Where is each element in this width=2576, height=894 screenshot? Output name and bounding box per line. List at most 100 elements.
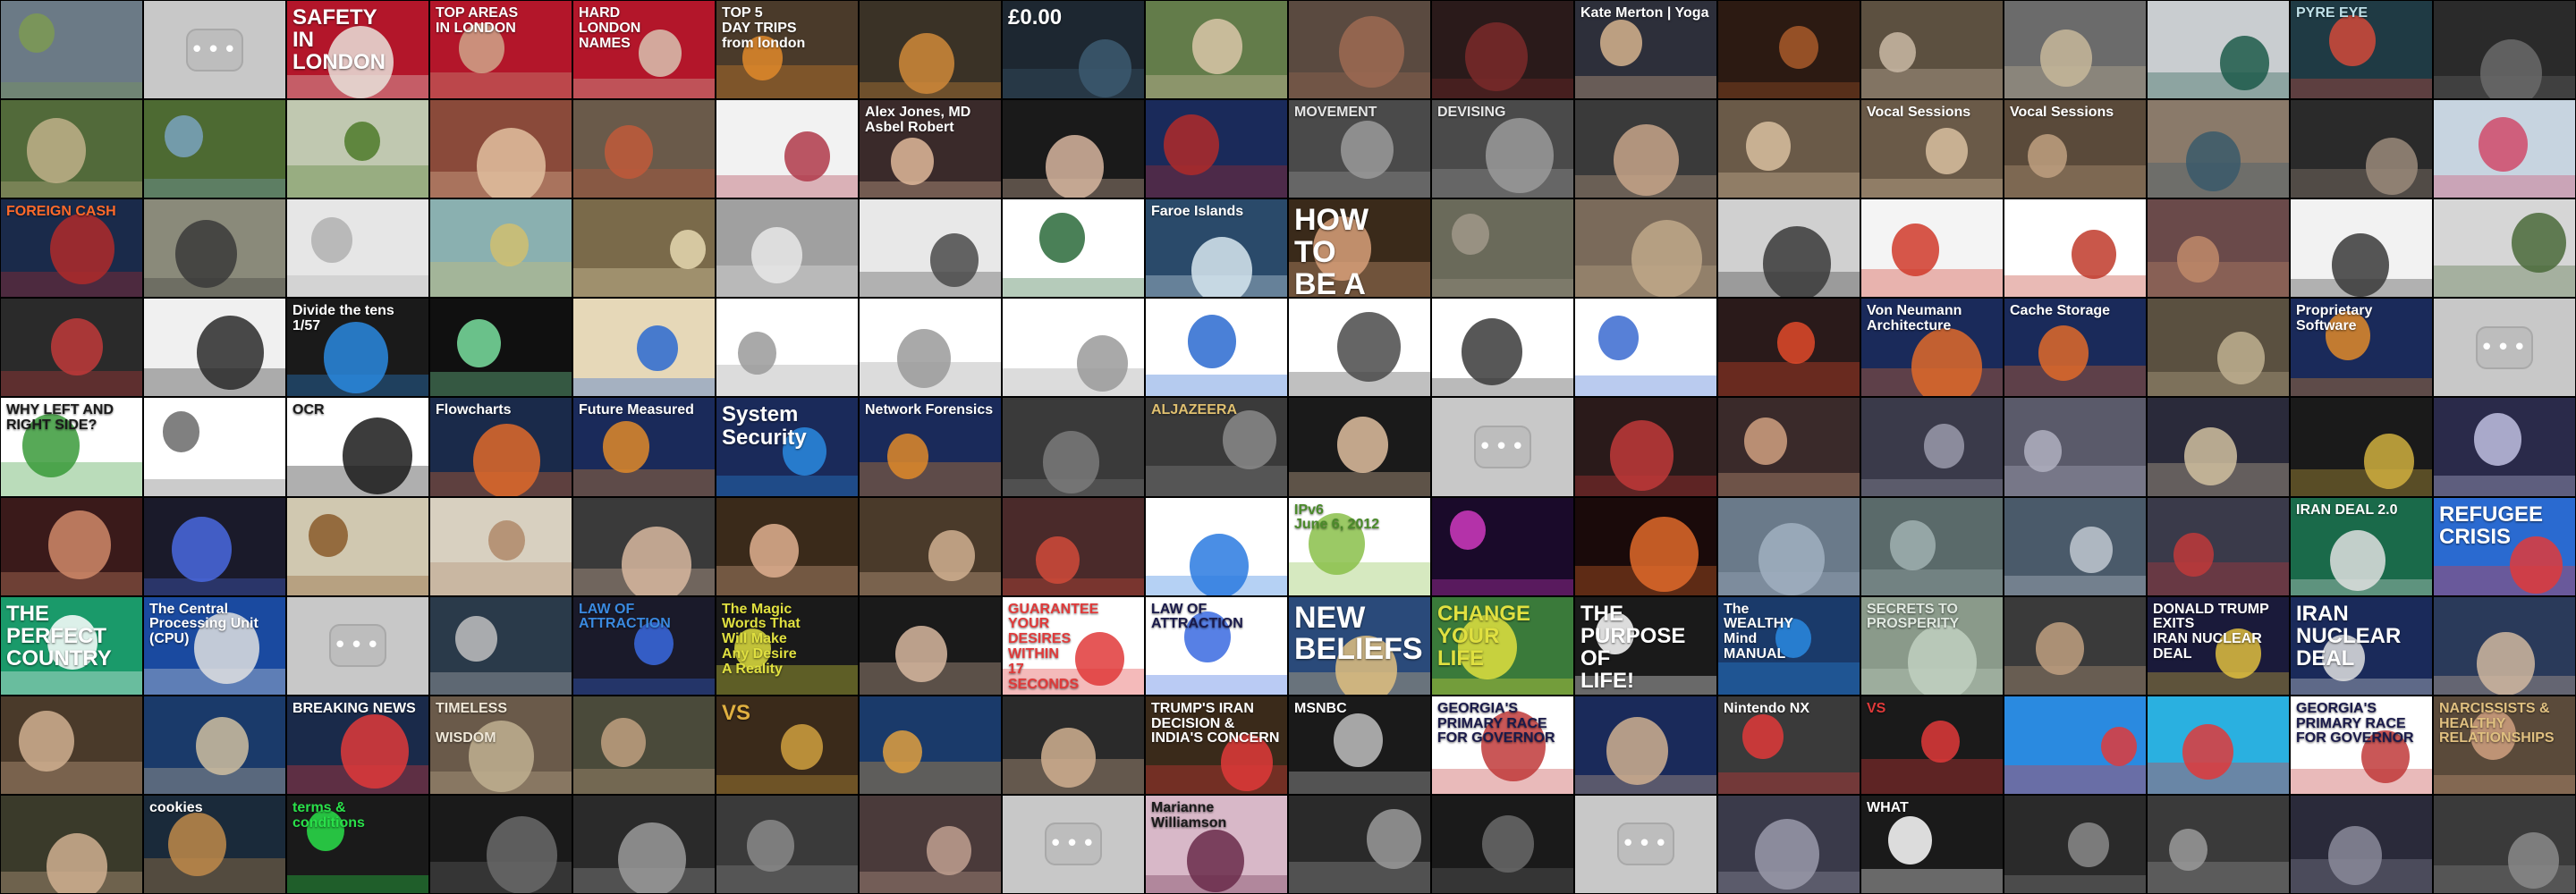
thumbnail-ground — [2434, 76, 2575, 99]
thumbnail-caption: GEORGIA'S PRIMARY RACE FOR GOVERNOR — [1437, 700, 1555, 746]
thumbnail-caption: £0.00 — [1008, 5, 1063, 30]
thumbnail-caption: System Security — [722, 402, 807, 450]
thumbnail-ground — [860, 761, 1001, 794]
video-thumbnail: The Central Processing Unit (CPU) — [144, 596, 285, 695]
thumbnail-ground — [144, 668, 285, 695]
video-thumbnail: Kate Merton | Yoga — [1575, 1, 1716, 99]
thumbnail-subject — [1892, 224, 1940, 276]
video-thumbnail — [2291, 100, 2432, 198]
video-thumbnail: BREAKING NEWS — [287, 696, 428, 794]
thumbnail-ground — [1003, 758, 1144, 794]
video-thumbnail: VS — [716, 696, 858, 794]
chat-bubble-icon: ••• — [1617, 822, 1674, 866]
thumbnail-ground — [287, 575, 428, 595]
video-thumbnail — [1861, 199, 2003, 298]
placeholder-thumbnail: ••• — [144, 1, 285, 99]
video-thumbnail — [573, 299, 715, 397]
thumbnail-ground — [144, 857, 285, 893]
thumbnail-ground — [573, 568, 715, 595]
placeholder-bubble: ••• — [144, 1, 285, 98]
video-thumbnail: TRUMP'S IRAN DECISION & INDIA'S CONCERN — [1146, 696, 1287, 794]
thumbnail-ground — [573, 169, 715, 198]
thumbnail-ground — [573, 768, 715, 794]
video-thumbnail — [2148, 497, 2289, 595]
thumbnail-ground — [144, 368, 285, 397]
thumbnail-ground — [287, 874, 428, 893]
thumbnail-ground — [1289, 561, 1430, 595]
thumbnail-ground — [860, 362, 1001, 397]
thumbnail-caption: CHANGE YOUR LIFE — [1437, 601, 1531, 671]
video-thumbnail — [573, 100, 715, 198]
thumbnail-ground — [430, 172, 572, 198]
thumbnail-ground — [860, 571, 1001, 595]
thumbnail-subject — [1779, 26, 1819, 70]
video-thumbnail — [1003, 199, 1144, 298]
thumbnail-subject — [1367, 808, 1422, 869]
thumbnail-ground — [1289, 771, 1430, 794]
thumbnail-ground — [1718, 362, 1860, 397]
thumbnail-ground — [2148, 163, 2289, 198]
thumbnail-ground — [1718, 82, 1860, 99]
thumbnail-ground — [1146, 575, 1287, 595]
video-thumbnail — [1432, 1, 1573, 99]
video-thumbnail: Future Measured — [573, 398, 715, 496]
video-thumbnail — [1575, 497, 1716, 595]
thumbnail-ground — [1861, 569, 2003, 595]
thumbnail-caption: The Central Processing Unit (CPU) — [149, 601, 258, 647]
video-thumbnail — [1575, 100, 1716, 198]
video-thumbnail — [2004, 795, 2146, 893]
thumbnail-ground — [2148, 861, 2289, 893]
thumbnail-ground — [2291, 578, 2432, 595]
thumbnail-subject — [310, 217, 352, 263]
thumbnail-ground — [716, 266, 858, 298]
thumbnail-subject — [2067, 822, 2109, 868]
video-thumbnail — [1146, 1, 1287, 99]
thumbnail-caption: GEORGIA'S PRIMARY RACE FOR GOVERNOR — [2296, 700, 2414, 746]
chat-bubble-icon: ••• — [2476, 325, 2533, 369]
video-thumbnail: THE PURPOSE OF LIFE! — [1575, 596, 1716, 695]
video-thumbnail — [1, 497, 142, 595]
thumbnail-ground — [2434, 266, 2575, 298]
thumbnail-caption: MSNBC — [1294, 700, 1347, 716]
thumbnail-subject — [2101, 726, 2137, 766]
thumbnail-ground — [1861, 758, 2003, 794]
thumbnail-ground — [2291, 169, 2432, 198]
video-thumbnail: GEORGIA'S PRIMARY RACE FOR GOVERNOR — [1432, 696, 1573, 794]
thumbnail-caption: OCR — [292, 402, 325, 418]
video-thumbnail — [2148, 100, 2289, 198]
video-thumbnail: IRAN DEAL 2.0 — [2291, 497, 2432, 595]
chat-bubble-icon: ••• — [1045, 822, 1102, 866]
video-thumbnail — [2291, 398, 2432, 496]
video-thumbnail — [2434, 795, 2575, 893]
video-thumbnail: Divide the tens 1/57 — [287, 299, 428, 397]
video-thumbnail — [2148, 795, 2289, 893]
video-thumbnail — [287, 100, 428, 198]
chat-bubble-icon: ••• — [186, 28, 243, 72]
video-thumbnail — [2148, 398, 2289, 496]
placeholder-bubble: ••• — [287, 597, 428, 695]
thumbnail-subject — [344, 122, 380, 162]
thumbnail-caption: HOW TO BE A MAN — [1294, 203, 1369, 298]
thumbnail-ground — [1, 82, 142, 99]
video-thumbnail — [1575, 299, 1716, 397]
thumbnail-ground — [1718, 173, 1860, 198]
thumbnail-subject — [1039, 213, 1086, 264]
thumbnail-caption: REFUGEE CRISIS — [2439, 502, 2544, 549]
thumbnail-caption: Nintendo NX — [1724, 700, 1809, 716]
thumbnail-ground — [1575, 774, 1716, 794]
video-thumbnail: GUARANTEE YOUR DESIRES WITHIN 17 SECONDS — [1003, 596, 1144, 695]
thumbnail-subject — [2072, 230, 2116, 280]
video-thumbnail — [1575, 696, 1716, 794]
thumbnail-ground — [2004, 575, 2146, 595]
thumbnail-ground — [430, 471, 572, 496]
video-thumbnail — [1003, 299, 1144, 397]
thumbnail-ground — [1861, 668, 2003, 695]
video-thumbnail — [1432, 199, 1573, 298]
thumbnail-ground — [1146, 465, 1287, 496]
thumbnail-ground — [1861, 269, 2003, 298]
video-thumbnail — [1289, 795, 1430, 893]
video-thumbnail: MSNBC — [1289, 696, 1430, 794]
video-thumbnail — [144, 398, 285, 496]
thumbnail-ground — [144, 578, 285, 595]
thumbnail-caption: IPv6 June 6, 2012 — [1294, 502, 1380, 533]
